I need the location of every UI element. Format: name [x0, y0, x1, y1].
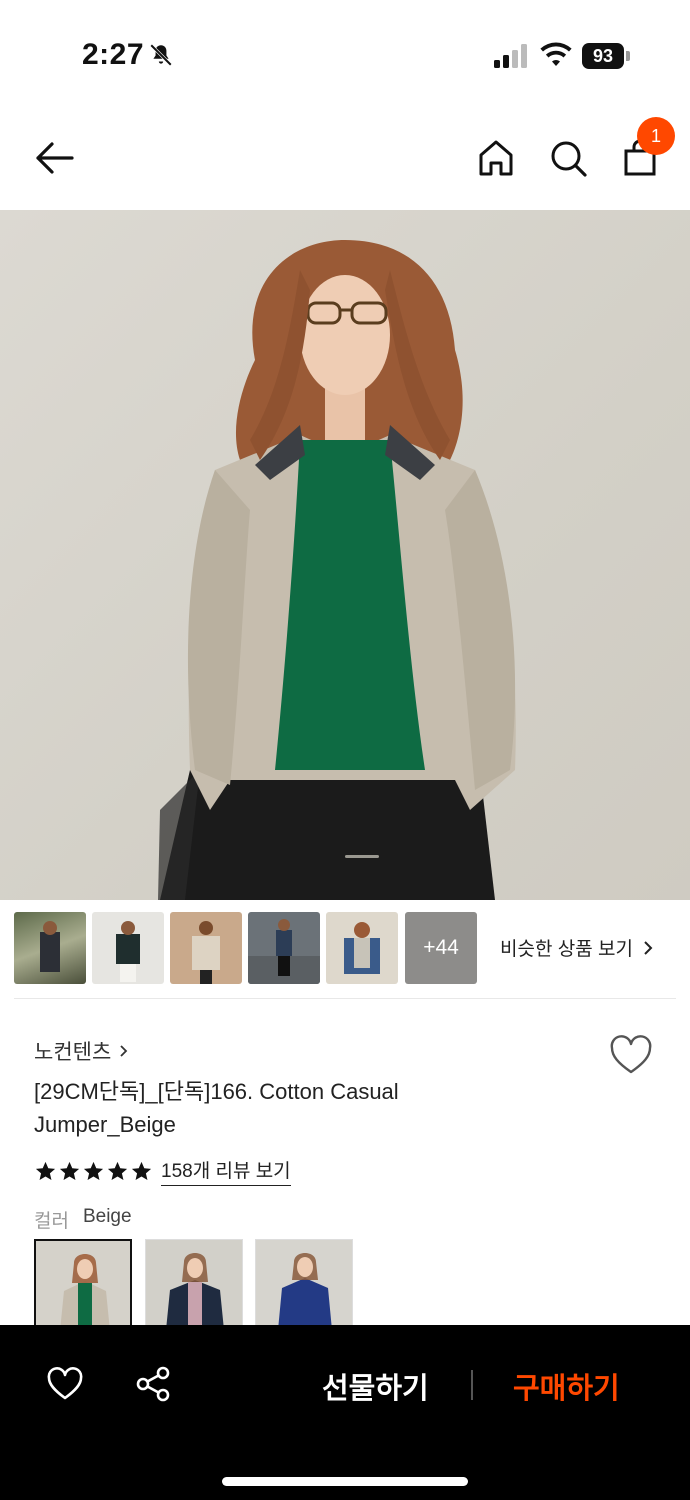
search-icon[interactable]	[546, 136, 590, 180]
star-icon	[59, 1161, 80, 1180]
chevron-right-icon	[644, 941, 653, 955]
wishlist-heart-icon[interactable]	[608, 1034, 654, 1076]
product-title: [29CM단독]_[단독]166. Cotton Casual Jumper_B…	[34, 1079, 399, 1137]
heart-icon[interactable]	[46, 1367, 84, 1401]
similar-products-link[interactable]: 비슷한 상품 보기	[500, 934, 656, 961]
color-option-row: 컬러 Beige	[34, 1206, 132, 1233]
product-main-image[interactable]	[0, 210, 690, 900]
gallery-thumbnail[interactable]	[14, 912, 86, 984]
gift-button[interactable]: 선물하기	[322, 1365, 429, 1407]
brand-name: 노컨텐츠	[34, 1041, 112, 1064]
cart-count-badge: 1	[637, 117, 675, 155]
star-icon	[35, 1161, 56, 1180]
home-indicator[interactable]	[222, 1477, 468, 1486]
brand-link[interactable]: 노컨텐츠	[34, 1036, 131, 1066]
star-icon	[83, 1161, 104, 1180]
star-icon	[131, 1161, 152, 1180]
back-arrow-icon[interactable]	[32, 136, 76, 180]
home-icon[interactable]	[474, 136, 518, 180]
similar-products-label: 비슷한 상품 보기	[500, 939, 633, 960]
cellular-signal-icon	[494, 44, 527, 68]
rating-stars	[34, 1160, 153, 1183]
wifi-icon	[540, 42, 572, 66]
battery-cap	[626, 51, 630, 61]
chevron-right-icon	[120, 1045, 128, 1057]
gallery-thumbnail[interactable]	[248, 912, 320, 984]
color-value: Beige	[82, 1206, 132, 1227]
rating-row: 158개 리뷰 보기	[34, 1156, 291, 1186]
share-icon[interactable]	[134, 1365, 172, 1403]
carousel-indicator	[345, 855, 379, 858]
gallery-thumbnail[interactable]	[170, 912, 242, 984]
gallery-thumbnails: +44 비슷한 상품 보기	[0, 912, 690, 986]
section-divider	[14, 998, 676, 999]
star-icon	[107, 1161, 128, 1180]
status-time: 2:27	[82, 38, 145, 71]
top-navigation	[0, 100, 690, 210]
review-link[interactable]: 158개 리뷰 보기	[161, 1156, 291, 1186]
model-photo	[158, 240, 516, 900]
buy-button[interactable]: 구매하기	[513, 1365, 620, 1407]
button-separator	[471, 1370, 473, 1400]
status-bar: 2:27 93	[0, 0, 690, 100]
bottom-action-bar: 선물하기 구매하기	[0, 1325, 690, 1500]
gallery-thumbnail[interactable]	[92, 912, 164, 984]
battery-level: 93	[582, 43, 624, 69]
color-swatch-beige[interactable]	[34, 1239, 132, 1329]
bell-muted-icon	[150, 44, 172, 66]
color-swatch-navy[interactable]	[145, 1239, 243, 1329]
gallery-thumbnail[interactable]	[326, 912, 398, 984]
color-label: 컬러	[34, 1211, 69, 1232]
gallery-more-thumbnail[interactable]: +44	[405, 912, 477, 984]
battery-indicator: 93	[582, 43, 630, 69]
color-swatch-blue[interactable]	[255, 1239, 353, 1329]
